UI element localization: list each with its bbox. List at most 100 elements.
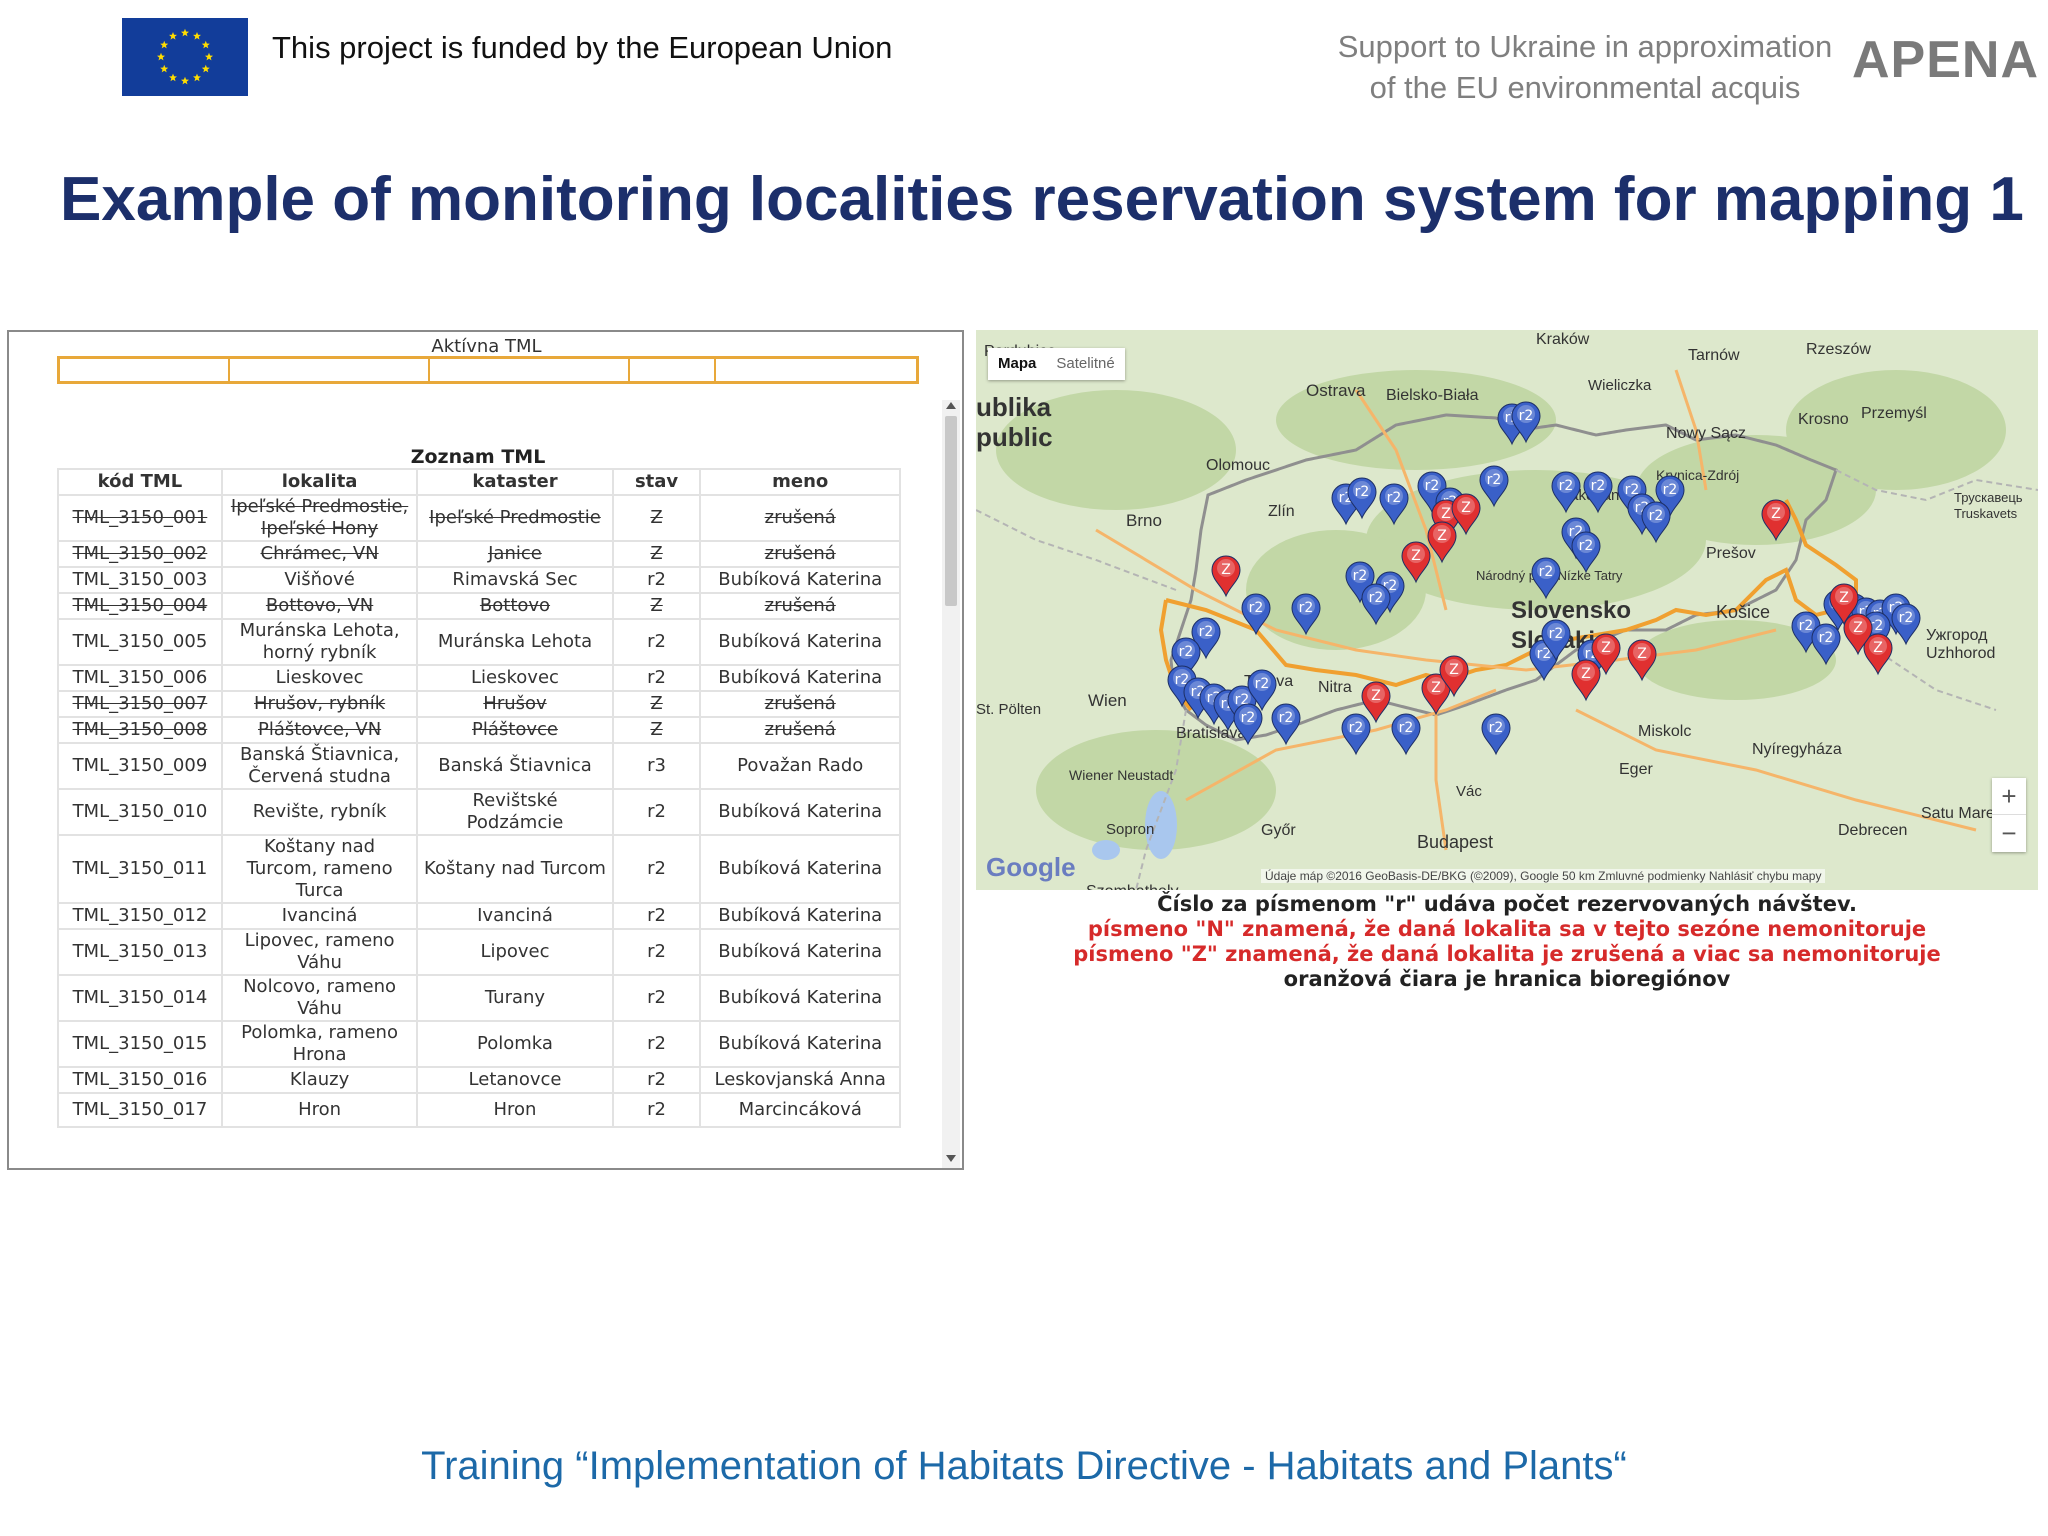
legend-line-z: písmeno "Z" znamená, že daná lokalita je… xyxy=(1073,942,1941,966)
table-row[interactable]: TML_3150_012 Ivanciná Ivanciná r2 Bubíková K… xyxy=(57,902,901,930)
table-row[interactable]: TML_3150_010 Revište, rybník Revištské Pod… xyxy=(57,788,901,836)
cell-lokalita: Muránska Lehota, horný rybník xyxy=(220,618,419,666)
cell-kod: TML_3150_008 xyxy=(57,716,223,744)
cell-meno: Považan Rado xyxy=(699,742,901,790)
map-place-label: Prešov xyxy=(1706,545,1756,562)
cell-kataster: Ivanciná xyxy=(416,902,614,930)
cell-stav: r2 xyxy=(611,1066,702,1094)
map-marker-reserved[interactable]: r2 xyxy=(1341,713,1371,756)
map-legend: Číslo za písmenom "r" udáva počet rezerv… xyxy=(976,892,2038,992)
cell-stav: r2 xyxy=(611,1092,702,1128)
scroll-down-icon[interactable] xyxy=(946,1155,956,1162)
map-marker-reserved[interactable]: r2 xyxy=(1391,713,1421,756)
map-marker-label: Z xyxy=(1437,528,1447,544)
column-header-lokalita[interactable]: lokalita xyxy=(220,468,419,496)
scroll-thumb[interactable] xyxy=(945,416,957,606)
cell-lokalita: Chrámec, VN xyxy=(220,540,419,568)
map-marker-label: r2 xyxy=(1349,720,1364,736)
map-place-label: Nyíregyháza xyxy=(1752,741,1842,758)
legend-line-orange: oranžová čiara je hranica bioregiónov xyxy=(1283,967,1731,991)
cell-stav: r2 xyxy=(611,618,702,666)
map-marker-label: r2 xyxy=(1899,610,1914,626)
map-marker-reserved[interactable]: r2 xyxy=(1891,603,1921,646)
map-marker-reserved[interactable]: r2 xyxy=(1271,703,1301,746)
aktivna-cell xyxy=(430,359,630,381)
map-marker-label: r2 xyxy=(1559,478,1574,494)
map-attribution[interactable]: Údaje máp ©2016 GeoBasis-DE/BKG (©2009),… xyxy=(1261,869,1826,883)
map-marker-cancelled[interactable]: Z xyxy=(1863,633,1893,676)
map-view[interactable]: PardubiceKrakówTarnówRzeszówublikapublic… xyxy=(976,330,2038,890)
table-row[interactable]: TML_3150_003 Višňové Rimavská Sec r2 Bubíkov… xyxy=(57,566,901,594)
map-place-label: Satu Mare xyxy=(1921,805,1995,822)
map-marker-label: Z xyxy=(1839,590,1849,606)
cell-kod: TML_3150_011 xyxy=(57,834,223,904)
map-marker-cancelled[interactable]: Z xyxy=(1571,659,1601,702)
google-logo: Google xyxy=(986,852,1076,882)
map-place-label: Zlín xyxy=(1268,503,1295,520)
map-place-label: Wieliczka xyxy=(1588,377,1652,394)
column-header-meno[interactable]: meno xyxy=(699,468,901,496)
table-row[interactable]: TML_3150_009 Banská Štiavnica, Červená st… xyxy=(57,742,901,790)
map-marker-label: Z xyxy=(1411,548,1421,564)
map-marker-label: r2 xyxy=(1591,478,1606,494)
cell-stav: r2 xyxy=(611,1020,702,1068)
map-marker-label: r2 xyxy=(1255,676,1270,692)
table-row[interactable]: TML_3150_017 Hron Hron r2 Marcincáková xyxy=(57,1092,901,1128)
table-row[interactable]: TML_3150_016 Klauzy Letanovce r2 Leskovjansk… xyxy=(57,1066,901,1094)
column-header-kataster[interactable]: kataster xyxy=(416,468,614,496)
map-marker-cancelled[interactable]: Z xyxy=(1211,555,1241,598)
map-marker-label: r2 xyxy=(1425,478,1440,494)
table-row[interactable]: TML_3150_007 Hrušov, rybník Hrušov Zzrušená xyxy=(57,690,901,718)
map-marker-label: r2 xyxy=(1299,600,1314,616)
eu-star-icon xyxy=(160,40,169,49)
map-place-label: Tarnów xyxy=(1688,347,1740,364)
table-row[interactable]: TML_3150_008 Pláštovce, VN Pláštovce Zzruše… xyxy=(57,716,901,744)
cell-lokalita: Banská Štiavnica, Červená studna xyxy=(220,742,419,790)
table-row[interactable]: TML_3150_005 Muránska Lehota, horný rybní… xyxy=(57,618,901,666)
eu-flag-icon xyxy=(122,18,248,96)
aktivna-cell xyxy=(630,359,716,381)
map-marker-cancelled[interactable]: Z xyxy=(1361,681,1391,724)
table-row[interactable]: TML_3150_004 Bottovo, VN Bottovo Zzrušená xyxy=(57,592,901,620)
column-header-kod[interactable]: kód TML xyxy=(57,468,223,496)
zoom-out-button[interactable]: − xyxy=(1992,815,2026,852)
cell-kataster: Revištské Podzámcie xyxy=(416,788,614,836)
apena-logo: APENA xyxy=(1852,31,2040,89)
cell-stav: Z xyxy=(611,690,702,718)
table-scrollbar[interactable] xyxy=(942,400,960,1168)
table-row[interactable]: TML_3150_011 Koštany nad Turcom, rameno T… xyxy=(57,834,901,904)
map-type-satelitne[interactable]: Satelitné xyxy=(1046,348,1124,380)
zoom-in-button[interactable]: + xyxy=(1992,778,2026,815)
map-place-label: Uzhhorod xyxy=(1926,645,1995,662)
table-row[interactable]: TML_3150_006 Lieskovec Lieskovec r2 Bubíková… xyxy=(57,664,901,692)
cell-lokalita: Bottovo, VN xyxy=(220,592,419,620)
table-row[interactable]: TML_3150_001 Ipeľské Predmostie, Ipeľské … xyxy=(57,494,901,542)
cell-kod: TML_3150_013 xyxy=(57,928,223,976)
scroll-up-icon[interactable] xyxy=(946,402,956,409)
legend-line-n: písmeno "N" znamená, že daná lokalita sa… xyxy=(1087,917,1927,941)
cell-meno: zrušená xyxy=(699,716,901,744)
cell-stav: r2 xyxy=(611,664,702,692)
cell-stav: r2 xyxy=(611,788,702,836)
zoom-control[interactable]: + − xyxy=(1992,778,2026,852)
cell-lokalita: Pláštovce, VN xyxy=(220,716,419,744)
map-type-mapa[interactable]: Mapa xyxy=(988,348,1046,380)
table-row[interactable]: TML_3150_002 Chrámec, VN Janice Zzrušená xyxy=(57,540,901,568)
map-type-control[interactable]: Mapa Satelitné xyxy=(988,348,1125,380)
cell-meno: Bubíková Katerina xyxy=(699,566,901,594)
cell-kod: TML_3150_002 xyxy=(57,540,223,568)
cell-kataster: Hron xyxy=(416,1092,614,1128)
eu-stars xyxy=(157,28,213,85)
column-header-stav[interactable]: stav xyxy=(611,468,702,496)
cell-lokalita: Polomka, rameno Hrona xyxy=(220,1020,419,1068)
map-place-label: Eger xyxy=(1619,761,1653,778)
map-place-label: Brno xyxy=(1126,511,1162,530)
map-canvas[interactable]: PardubiceKrakówTarnówRzeszówublikapublic… xyxy=(976,330,2038,890)
cell-kataster: Lipovec xyxy=(416,928,614,976)
cell-kataster: Hrušov xyxy=(416,690,614,718)
table-row[interactable]: TML_3150_015 Polomka, rameno Hrona Polomka… xyxy=(57,1020,901,1068)
map-marker-reserved[interactable]: r2 xyxy=(1481,713,1511,756)
table-body: TML_3150_001 Ipeľské Predmostie, Ipeľské … xyxy=(57,494,901,1128)
table-row[interactable]: TML_3150_013 Lipovec, rameno Váhu Lipovec r… xyxy=(57,928,901,976)
table-row[interactable]: TML_3150_014 Nolcovo, rameno Váhu Turany r2… xyxy=(57,974,901,1022)
